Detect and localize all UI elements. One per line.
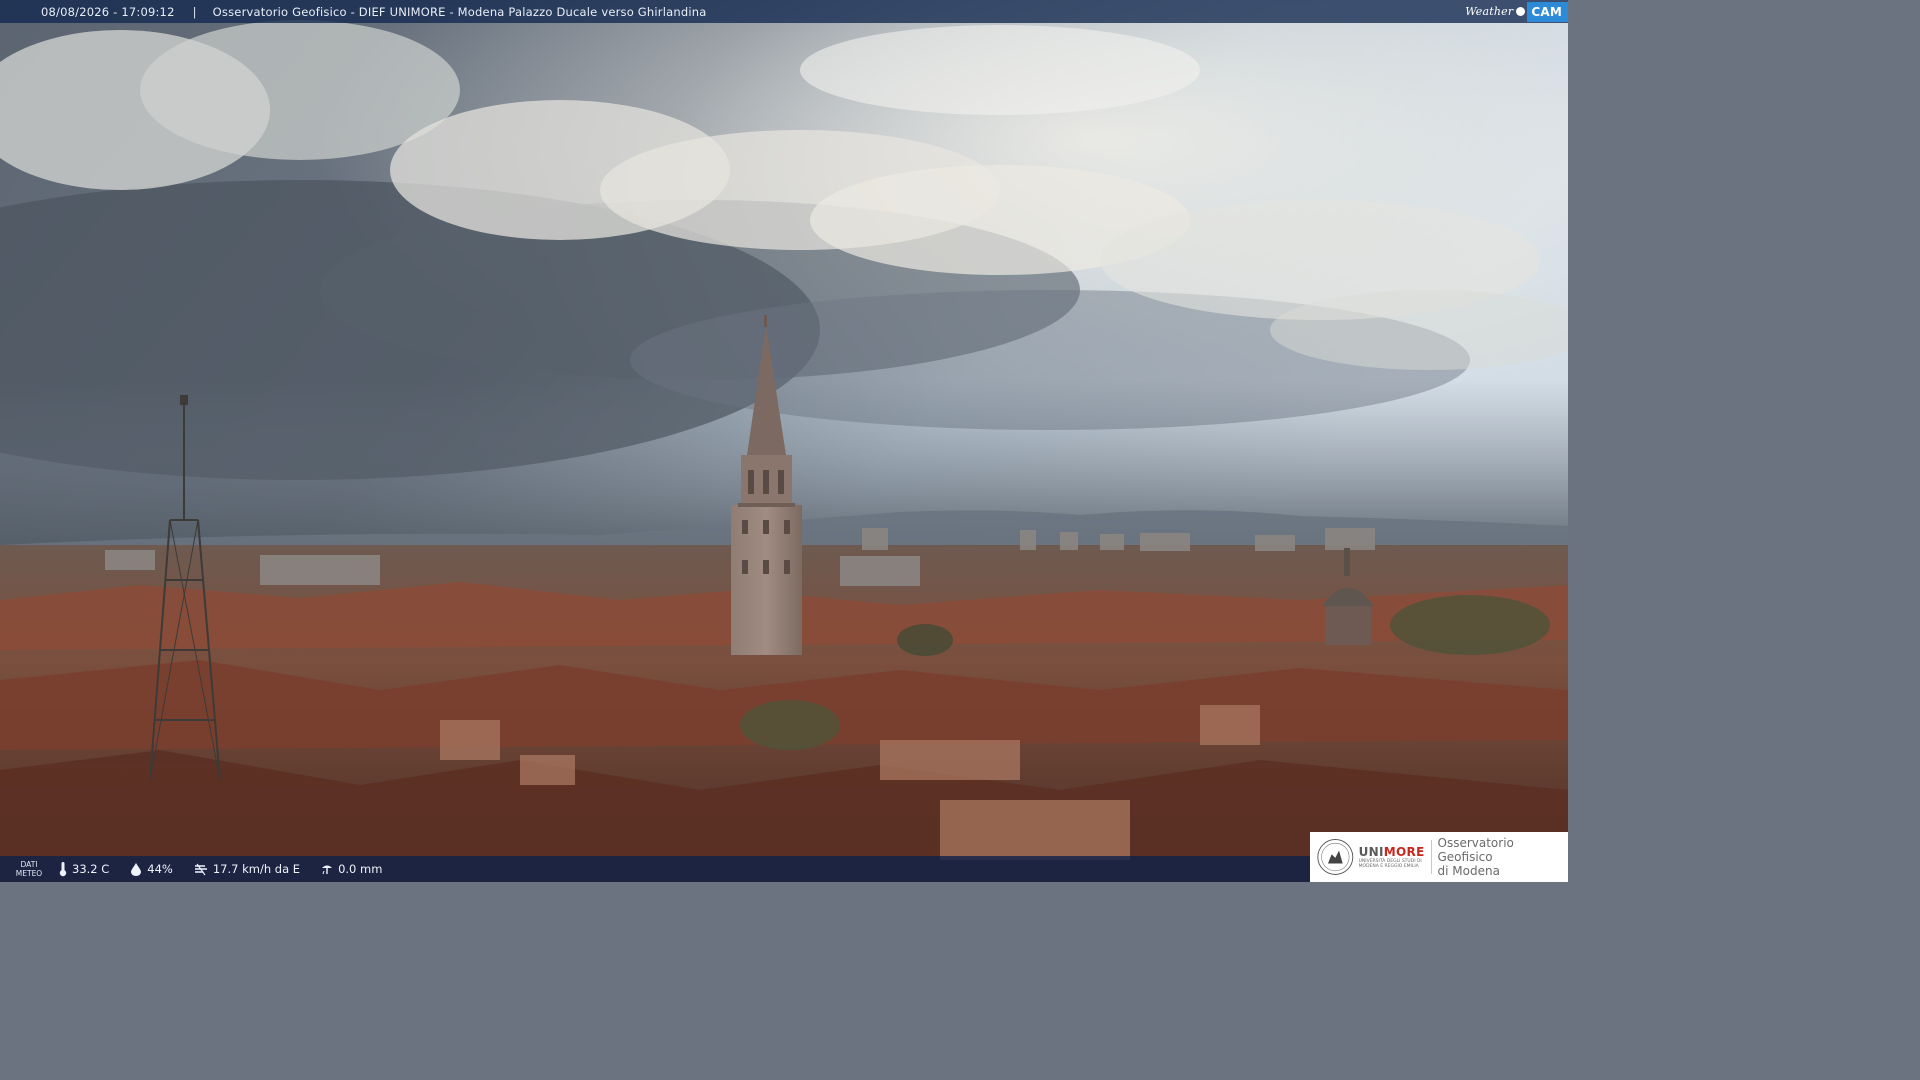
observatory-name: Osservatorio Geofisico di Modena [1437, 836, 1514, 878]
weather-data-bar: DATI METEO 33.2 C 44% 17.7 km/h da E 0.0… [0, 856, 1310, 882]
temperature-item: 33.2 C [58, 861, 109, 877]
logo-dot-icon [1516, 7, 1526, 16]
rain-item: 0.0 mm [320, 862, 382, 876]
temperature-value: 33.2 C [72, 862, 110, 876]
humidity-item: 44% [129, 862, 173, 876]
timestamp: 08/08/2026 - 17:09:12 [41, 4, 175, 19]
wind-value: 17.7 km/h da E [212, 862, 301, 876]
unimore-subtitle: UNIVERSITÀ DEGLI STUDI DI MODENA E REGGI… [1358, 859, 1422, 869]
rain-icon [322, 865, 333, 875]
unimore-name: UNIMORE [1358, 845, 1425, 859]
separator: | [192, 4, 197, 19]
unimore-seal-icon [1317, 839, 1354, 875]
rain-value: 0.0 mm [338, 862, 383, 876]
logo-weather-text: Weather [1465, 5, 1514, 18]
logo-cam-text: CAM [1527, 1, 1568, 22]
thermometer-icon [59, 862, 67, 877]
wind-icon [194, 863, 207, 876]
wind-item: 17.7 km/h da E [193, 862, 300, 876]
humidity-drop-icon [131, 863, 142, 876]
top-info-bar: 08/08/2026 - 17:09:12 | Osservatorio Geo… [0, 0, 1568, 23]
logo-divider [1430, 840, 1432, 874]
unimore-brand: UNIMORE UNIVERSITÀ DEGLI STUDI DI MODENA… [1359, 845, 1425, 869]
humidity-value: 44% [147, 862, 173, 876]
unimore-logo-box: UNIMORE UNIVERSITÀ DEGLI STUDI DI MODENA… [1310, 832, 1568, 882]
webcam-scene [0, 0, 1568, 882]
camera-title: Osservatorio Geofisico - DIEF UNIMORE - … [212, 4, 707, 19]
meteo-label: DATI METEO [15, 860, 43, 878]
weathercam-logo: Weather CAM [1465, 0, 1568, 23]
